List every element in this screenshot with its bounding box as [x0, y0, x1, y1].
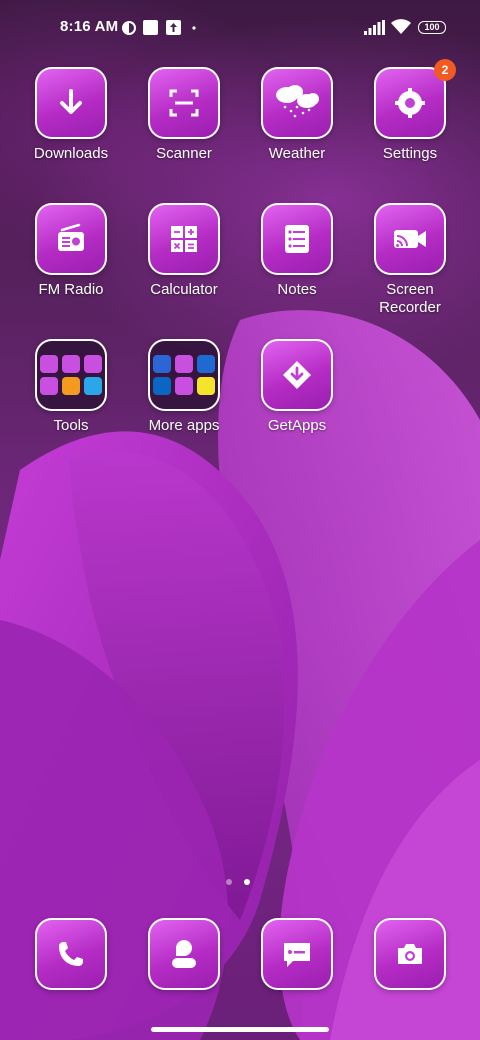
screen-recorder-icon — [394, 230, 426, 248]
notes-icon — [285, 225, 309, 253]
dock-phone[interactable] — [15, 918, 127, 990]
app-label: Weather — [268, 145, 326, 162]
signal-icon — [364, 20, 385, 35]
scanner-app-icon[interactable] — [148, 67, 220, 139]
camera-app-icon[interactable] — [374, 918, 446, 990]
app-label: Screen Recorder — [379, 281, 441, 316]
cloud-rain-icon — [276, 85, 319, 118]
app-calculator[interactable]: Calculator — [128, 203, 240, 299]
upload-icon — [166, 20, 181, 35]
notification-square-icon — [143, 20, 158, 35]
getapps-icon — [283, 361, 311, 389]
app-getapps[interactable]: GetApps — [241, 339, 353, 435]
dock-contacts[interactable] — [128, 918, 240, 990]
weather-app-icon[interactable] — [261, 67, 333, 139]
app-label: FM Radio — [38, 281, 104, 298]
calculator-app-icon[interactable] — [148, 203, 220, 275]
messages-icon — [284, 943, 310, 967]
dock-camera[interactable] — [354, 918, 466, 990]
app-label: GetApps — [267, 417, 327, 434]
app-label: More apps — [148, 417, 220, 434]
app-label: Calculator — [150, 281, 218, 298]
phone-app-icon[interactable] — [35, 918, 107, 990]
page-dot-1[interactable] — [226, 879, 232, 885]
scan-icon — [169, 89, 199, 117]
downloads-app-icon[interactable] — [35, 67, 107, 139]
phone-icon — [59, 942, 83, 966]
dock-messages[interactable] — [241, 918, 353, 990]
app-label: Scanner — [156, 145, 212, 162]
app-fm-radio[interactable]: FM Radio — [15, 203, 127, 299]
fm-radio-app-icon[interactable] — [35, 203, 107, 275]
app-label: Settings — [382, 145, 438, 162]
app-label: Downloads — [33, 145, 109, 162]
status-time: 8:16 AM — [60, 18, 119, 35]
messages-app-icon[interactable] — [261, 918, 333, 990]
settings-app-icon[interactable]: 2 — [374, 59, 456, 139]
notes-app-icon[interactable] — [261, 203, 333, 275]
app-screen-recorder[interactable]: Screen Recorder — [354, 203, 466, 317]
app-settings[interactable]: 2 Settings — [354, 59, 466, 163]
app-notes[interactable]: Notes — [241, 203, 353, 299]
folder-more-apps[interactable]: More apps — [128, 339, 240, 435]
app-label: Tools — [53, 417, 89, 434]
contacts-icon — [172, 940, 196, 968]
gear-icon — [395, 88, 425, 118]
vpn-icon — [122, 21, 136, 35]
dot-icon — [192, 26, 196, 30]
app-scanner[interactable]: Scanner — [128, 67, 240, 163]
folder-tools[interactable]: Tools — [15, 339, 127, 435]
download-icon — [60, 89, 82, 114]
folder-icon[interactable] — [35, 339, 107, 411]
notification-badge: 2 — [434, 59, 456, 81]
contacts-app-icon[interactable] — [148, 918, 220, 990]
battery-icon: 100 — [418, 21, 446, 34]
page-dot-2[interactable] — [244, 879, 250, 885]
calculator-icon — [171, 226, 197, 252]
app-label: Notes — [277, 281, 317, 298]
home-gesture-bar[interactable] — [151, 1027, 329, 1032]
app-weather[interactable]: Weather — [241, 67, 353, 163]
status-bar: 8:16 AM 100 — [0, 0, 480, 56]
getapps-app-icon[interactable] — [261, 339, 333, 411]
wifi-icon — [391, 19, 411, 34]
radio-icon — [58, 223, 84, 251]
screen-recorder-app-icon[interactable] — [374, 203, 446, 275]
camera-icon — [398, 944, 422, 964]
app-downloads[interactable]: Downloads — [15, 67, 127, 163]
folder-icon[interactable] — [148, 339, 220, 411]
